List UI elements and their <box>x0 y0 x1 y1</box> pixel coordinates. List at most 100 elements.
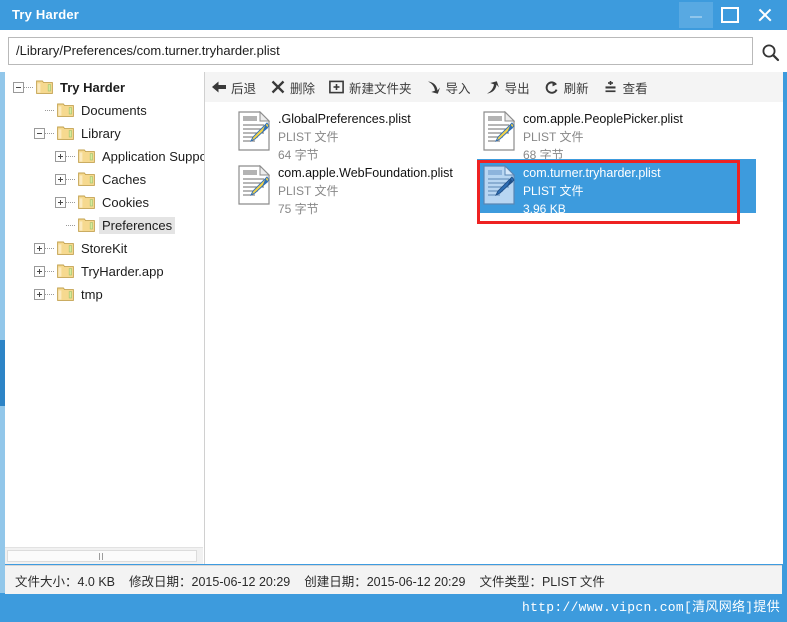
tree-toggle-spacer <box>55 220 66 231</box>
path-input[interactable]: /Library/Preferences/com.turner.tryharde… <box>8 37 753 65</box>
toolbar-label-import: 导入 <box>445 81 471 96</box>
tree-toggle-expand[interactable] <box>55 173 66 185</box>
file-type: PLIST 文件 <box>278 130 339 144</box>
tree-connector-line <box>66 201 76 203</box>
plist-file-icon <box>483 110 516 151</box>
status-file-type: 文件类型：PLIST 文件 <box>479 574 605 589</box>
scrollbar-grip-icon <box>99 552 105 560</box>
tree-item-label: Documents <box>81 102 147 118</box>
tree-item-label: tmp <box>81 286 103 302</box>
application-window: Try Harder /Library/Preferences/com.turn… <box>0 0 787 622</box>
tree-toggle-expand[interactable] <box>55 150 66 162</box>
file-info: com.apple.PeoplePicker.plist PLIST 文件 68 字… <box>523 108 683 164</box>
file-name: com.apple.PeoplePicker.plist <box>523 112 683 126</box>
plist-file-icon <box>483 164 516 205</box>
tree-connector-line <box>66 178 76 180</box>
file-info: com.turner.tryharder.plist PLIST 文件 3.96 K… <box>523 162 661 218</box>
tree-item-caches[interactable]: Caches <box>55 168 149 190</box>
maximize-button[interactable] <box>713 2 747 28</box>
tree-item-label: Application Suppor <box>102 148 205 164</box>
toolbar: 后退 删除 新建文件夹 导入 导出 刷新 查看 <box>204 72 783 103</box>
view-lines-icon <box>602 79 619 96</box>
plist-file-icon <box>238 164 271 205</box>
toolbar-label-delete: 删除 <box>290 81 316 96</box>
file-info: com.apple.WebFoundation.plist PLIST 文件 75 … <box>278 162 453 218</box>
toolbar-label-refresh: 刷新 <box>563 81 589 96</box>
file-name: com.turner.tryharder.plist <box>523 166 661 180</box>
tree-horizontal-scrollbar[interactable] <box>5 547 203 564</box>
file-type: PLIST 文件 <box>278 184 339 198</box>
close-icon <box>757 8 772 23</box>
folder-icon <box>57 287 74 301</box>
tree-toggle-expand[interactable] <box>34 242 45 254</box>
tree-item-label: Caches <box>102 171 147 187</box>
back-arrow-icon <box>210 79 227 96</box>
folder-tree: Try Harder Documents Library Application Su… <box>5 72 204 547</box>
file-size: 3.96 KB <box>523 202 566 216</box>
file-item[interactable]: com.apple.WebFoundation.plist PLIST 文件 75 … <box>232 159 472 216</box>
minimize-button[interactable] <box>679 2 713 28</box>
search-icon <box>762 44 779 61</box>
toolbar-button-delete[interactable]: 删除 <box>263 72 322 102</box>
file-type: PLIST 文件 <box>523 130 584 144</box>
file-type: PLIST 文件 <box>523 184 584 198</box>
minimize-icon <box>690 16 702 18</box>
toolbar-label-view: 查看 <box>622 81 648 96</box>
folder-icon <box>57 241 74 255</box>
tree-item-library[interactable]: Library <box>34 122 124 144</box>
close-button[interactable] <box>747 2 781 28</box>
file-item[interactable]: com.turner.tryharder.plist PLIST 文件 3.96 K… <box>477 159 756 216</box>
tree-item-preferences[interactable]: Preferences <box>55 214 176 236</box>
tree-horizontal-scrollbar-thumb[interactable] <box>7 550 197 562</box>
tree-toggle-expand[interactable] <box>34 288 45 300</box>
tree-toggle-spacer <box>34 105 45 116</box>
status-created-date: 创建日期：2015-06-12 20:29 <box>304 574 466 589</box>
export-up-arrow-icon <box>484 79 501 96</box>
file-item[interactable]: .GlobalPreferences.plist PLIST 文件 64 字节 <box>232 105 472 162</box>
delete-cross-icon <box>269 79 286 96</box>
toolbar-button-new-folder[interactable]: 新建文件夹 <box>322 72 419 102</box>
toolbar-button-back[interactable]: 后退 <box>204 72 263 102</box>
file-info: .GlobalPreferences.plist PLIST 文件 64 字节 <box>278 108 411 164</box>
toolbar-button-export[interactable]: 导出 <box>478 72 537 102</box>
tree-item-tryharder-app[interactable]: TryHarder.app <box>34 260 167 282</box>
tree-item-try-harder[interactable]: Try Harder <box>13 76 128 98</box>
folder-icon <box>78 218 95 232</box>
tree-item-documents[interactable]: Documents <box>34 99 150 121</box>
tree-connector-line <box>45 270 55 272</box>
refresh-circular-arrow-icon <box>543 79 560 96</box>
tree-connector-line <box>45 247 55 249</box>
file-name: .GlobalPreferences.plist <box>278 112 411 126</box>
folder-icon <box>78 149 95 163</box>
new-folder-icon <box>328 79 345 96</box>
toolbar-button-import[interactable]: 导入 <box>419 72 478 102</box>
tree-connector-line <box>45 293 55 295</box>
tree-item-label: Preferences <box>99 216 176 234</box>
watermark-text: http://www.vipcn.com[清风网络]提供 <box>521 600 780 615</box>
folder-icon <box>57 264 74 278</box>
folder-icon <box>36 80 53 94</box>
window-controls <box>679 0 781 30</box>
maximize-icon <box>721 7 739 23</box>
folder-icon <box>57 126 74 140</box>
tree-item-cookies[interactable]: Cookies <box>55 191 152 213</box>
tree-toggle-expand[interactable] <box>34 265 45 277</box>
import-down-arrow-icon <box>425 79 442 96</box>
tree-toggle-collapse[interactable] <box>13 81 24 93</box>
tree-item-storekit[interactable]: StoreKit <box>34 237 130 259</box>
toolbar-button-view[interactable]: 查看 <box>596 72 655 102</box>
folder-tree-pane[interactable]: Try Harder Documents Library Application Su… <box>5 72 205 564</box>
toolbar-label-new-folder: 新建文件夹 <box>349 81 412 96</box>
tree-item-label: StoreKit <box>81 240 128 256</box>
tree-item-tmp[interactable]: tmp <box>34 283 106 305</box>
search-button[interactable] <box>757 39 783 65</box>
toolbar-button-refresh[interactable]: 刷新 <box>537 72 596 102</box>
tree-toggle-expand[interactable] <box>55 196 66 208</box>
folder-icon <box>78 172 95 186</box>
title-bar: Try Harder <box>0 0 787 30</box>
file-list-pane[interactable]: .GlobalPreferences.plist PLIST 文件 64 字节 com… <box>205 102 783 564</box>
tree-connector-line <box>24 86 34 88</box>
file-item[interactable]: com.apple.PeoplePicker.plist PLIST 文件 68 字… <box>477 105 756 162</box>
tree-toggle-collapse[interactable] <box>34 127 45 139</box>
tree-item-application-suppor[interactable]: Application Suppor <box>55 145 205 167</box>
